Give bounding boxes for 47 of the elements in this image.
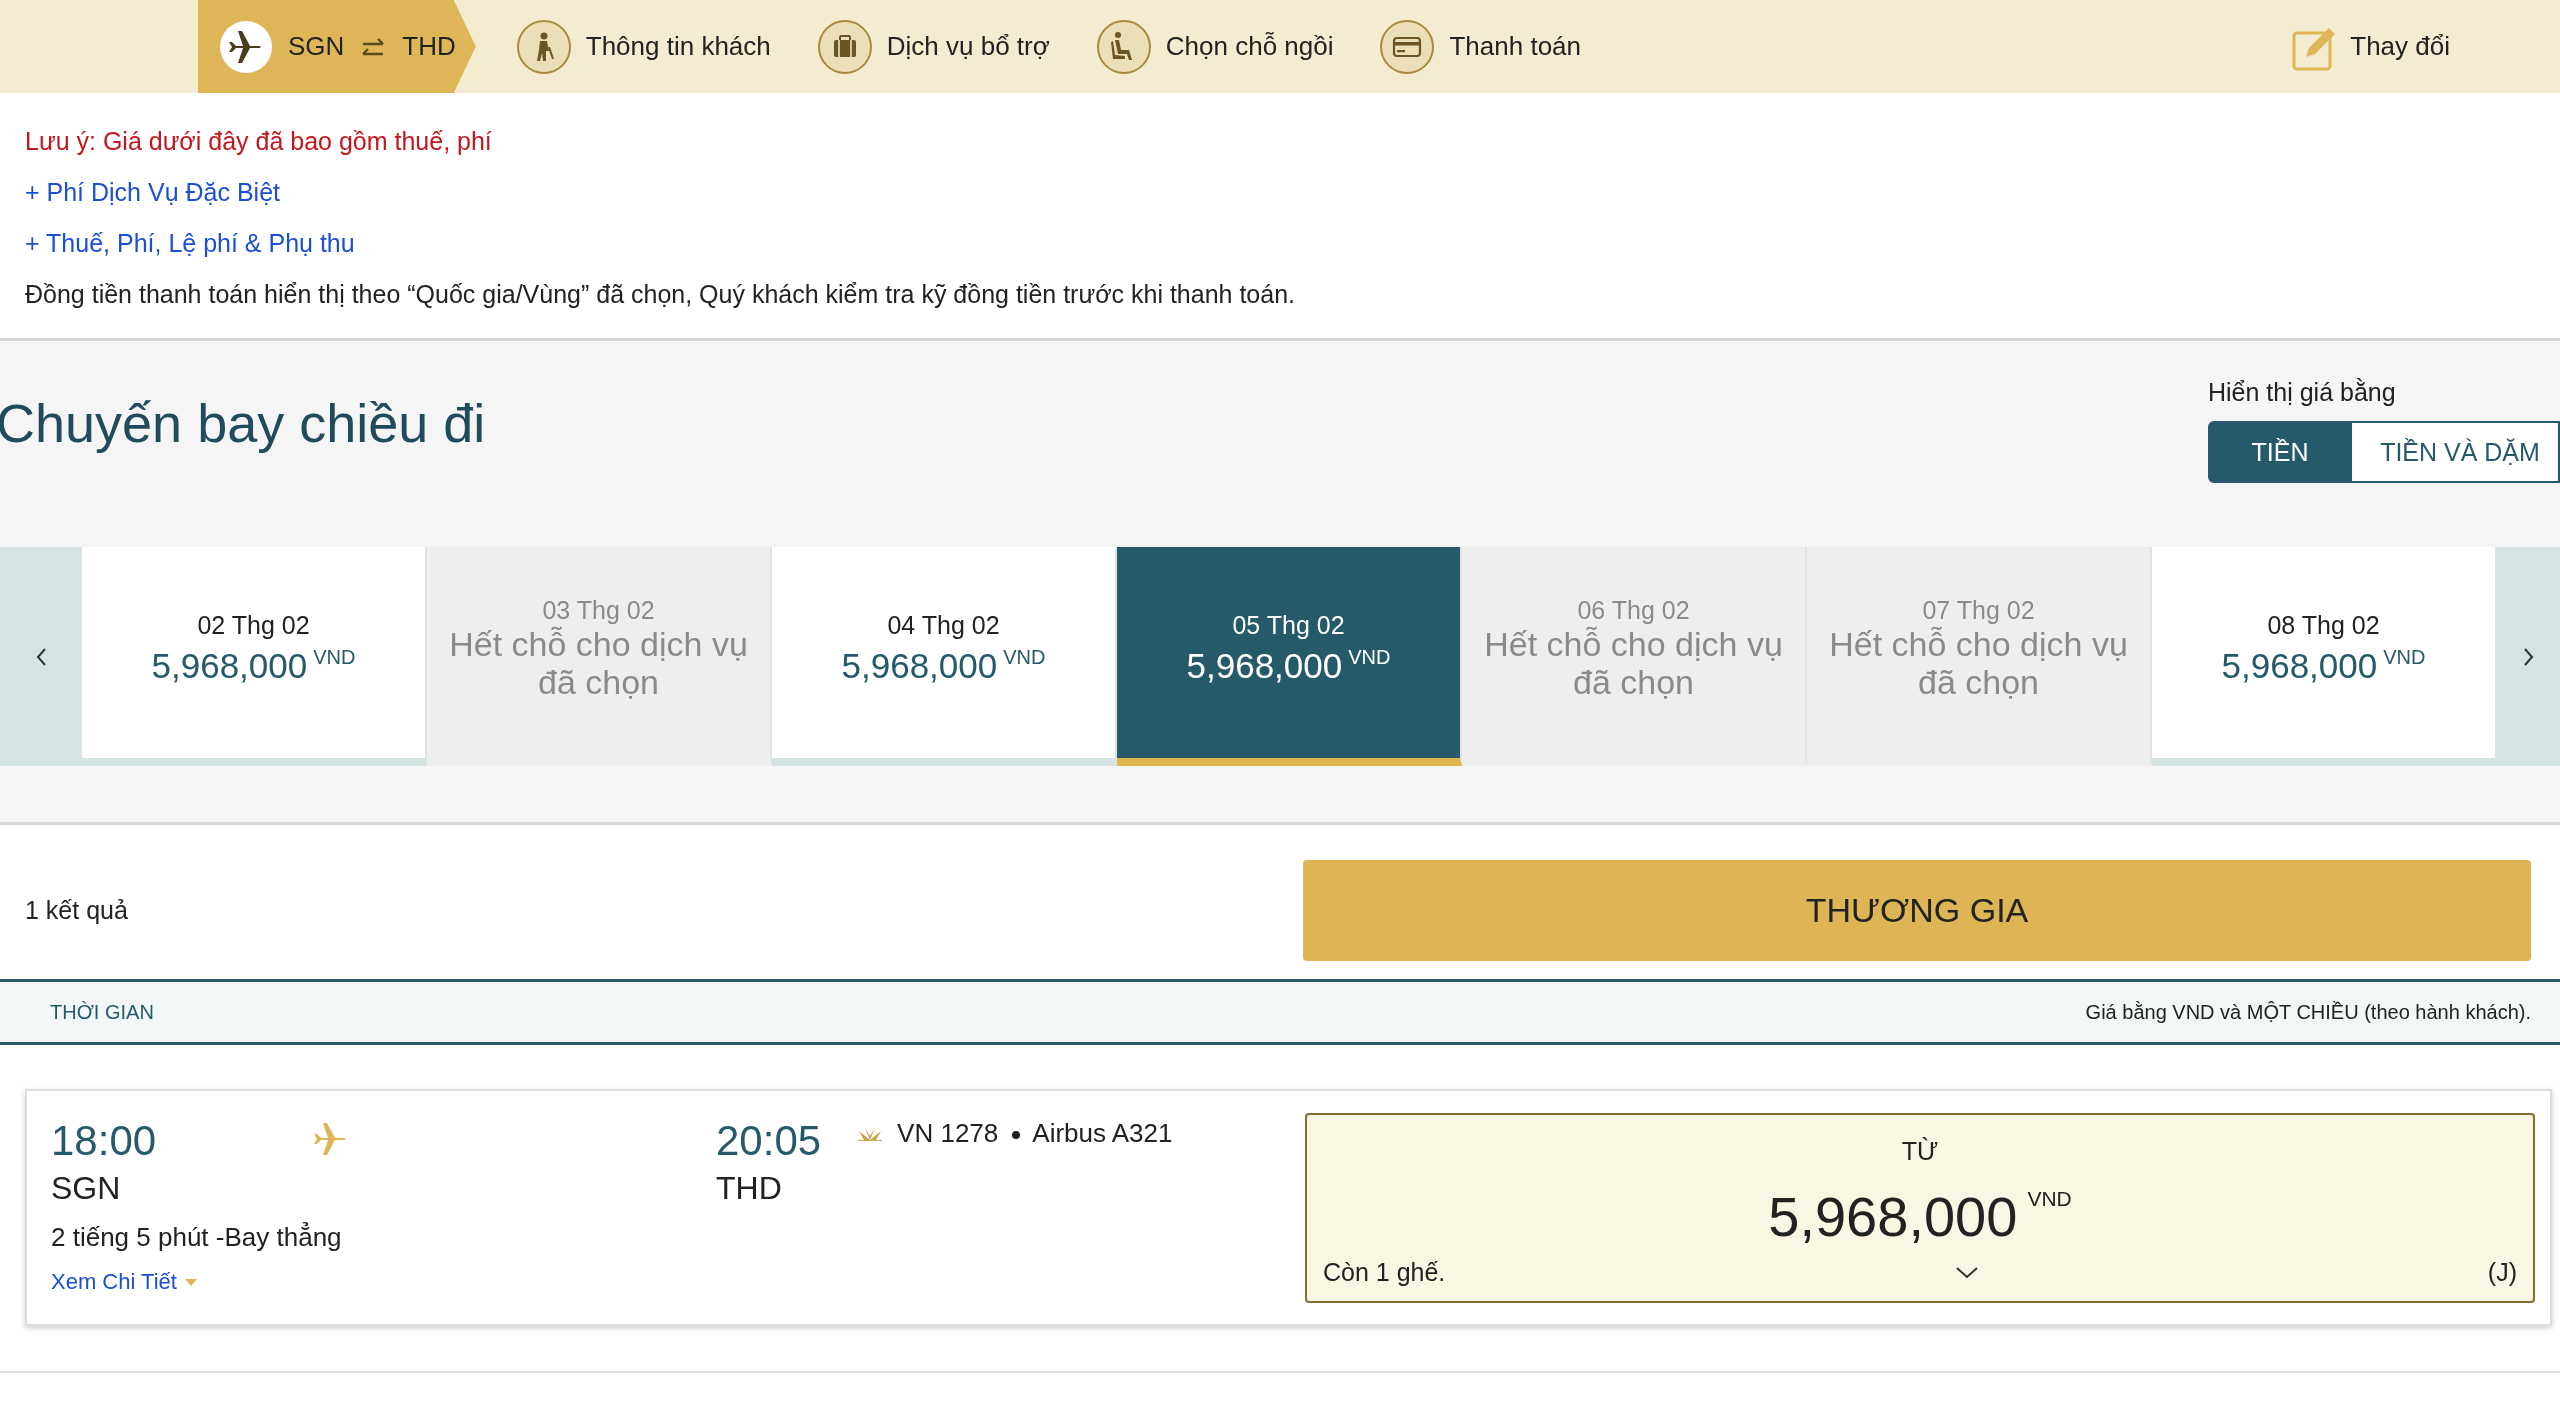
column-header: THỜI GIAN <box>50 1000 154 1024</box>
chevron-left-icon <box>34 646 48 667</box>
note-text: Đồng tiền thanh toán hiển thị theo “Quốc gia/Vùng” đã chọn, Quý khách kiểm tra kỹ đồng tiền trước khi thanh toán. <box>25 280 1295 308</box>
currency-toggle[interactable]: TIỀN VÀ DẶM <box>2352 421 2560 483</box>
fare-option[interactable]: TỪ 5,968,000 $^{VND}$ Còn 1 ghế. (J) <box>1305 1113 2535 1303</box>
previous-button[interactable] <box>0 547 82 766</box>
flight-duration: 2 tiếng 5 phút -Bay thẳng <box>51 1222 343 1253</box>
date-option[interactable]: 04 Thg 02 5,968,000 $^{VND}$ <box>772 547 1117 766</box>
progress-step[interactable]: Thanh toán <box>1373 14 1588 79</box>
arrival-time: 20:05 <box>716 1116 822 1166</box>
change-button[interactable]: Thay đổi <box>2292 22 2450 71</box>
progress-step[interactable]: Dịch vụ bổ trợ <box>810 14 1056 79</box>
chevron-right-icon <box>2522 646 2535 667</box>
departure-airport: SGN <box>51 1169 122 1208</box>
route-step[interactable]: SGN THD <box>198 0 476 93</box>
chevron-down-icon <box>1954 1266 1979 1279</box>
arrival-airport: THD <box>716 1169 783 1208</box>
date-option[interactable]: 02 Thg 02 5,968,000 $^{VND}$ <box>82 547 427 766</box>
fare-price: 5,968,000 $^{VND}$ <box>1768 1184 2072 1250</box>
info-link[interactable]: + Thuế, Phí, Lệ phí & Phụ thu <box>25 229 355 257</box>
plane-icon <box>313 1122 349 1156</box>
date-option[interactable]: 08 Thg 02 5,968,000 $^{VND}$ <box>2152 547 2497 766</box>
seats-left: Còn 1 ghế. <box>1323 1258 1446 1287</box>
seated-person-icon <box>1095 18 1152 75</box>
walking-person-icon <box>515 18 572 75</box>
suitcase-icon <box>816 18 873 75</box>
result-count: 1 kết quả <box>25 896 128 925</box>
currency-toggle[interactable]: TIỀN <box>2208 421 2352 483</box>
plane-icon <box>220 20 272 73</box>
flight-number: VN 1278 <box>897 1118 999 1148</box>
next-button[interactable] <box>2497 547 2560 766</box>
caret-icon <box>184 1278 197 1286</box>
warning-note: Lưu ý: Giá dưới đây đã bao gồm thuế, phí <box>25 127 492 155</box>
cabin-class-button[interactable]: THƯƠNG GIA <box>1303 860 2531 961</box>
progress-step[interactable]: Thông tin khách <box>509 14 777 79</box>
card-icon <box>1379 18 1436 75</box>
aircraft-type: Airbus A321 <box>1032 1118 1173 1148</box>
from-label: TỪ <box>1901 1137 1939 1166</box>
price-display-label: Hiển thị giá bằng <box>2208 378 2396 407</box>
fare-class: (J) <box>2487 1258 2517 1287</box>
details-link[interactable]: Xem Chi Tiết <box>51 1269 197 1295</box>
price-note: Giá bằng VND và MỘT CHIỀU (theo hành khách). <box>2085 1000 2531 1024</box>
date-option[interactable]: 05 Thg 02 5,968,000 $^{VND}$ <box>1117 547 1462 766</box>
bullet-icon <box>1012 1131 1021 1140</box>
info-link[interactable]: + Phí Dịch Vụ Đặc Biệt <box>25 178 280 206</box>
progress-step[interactable]: Chọn chỗ ngồi <box>1089 14 1340 79</box>
departure-time: 18:00 <box>51 1116 158 1166</box>
